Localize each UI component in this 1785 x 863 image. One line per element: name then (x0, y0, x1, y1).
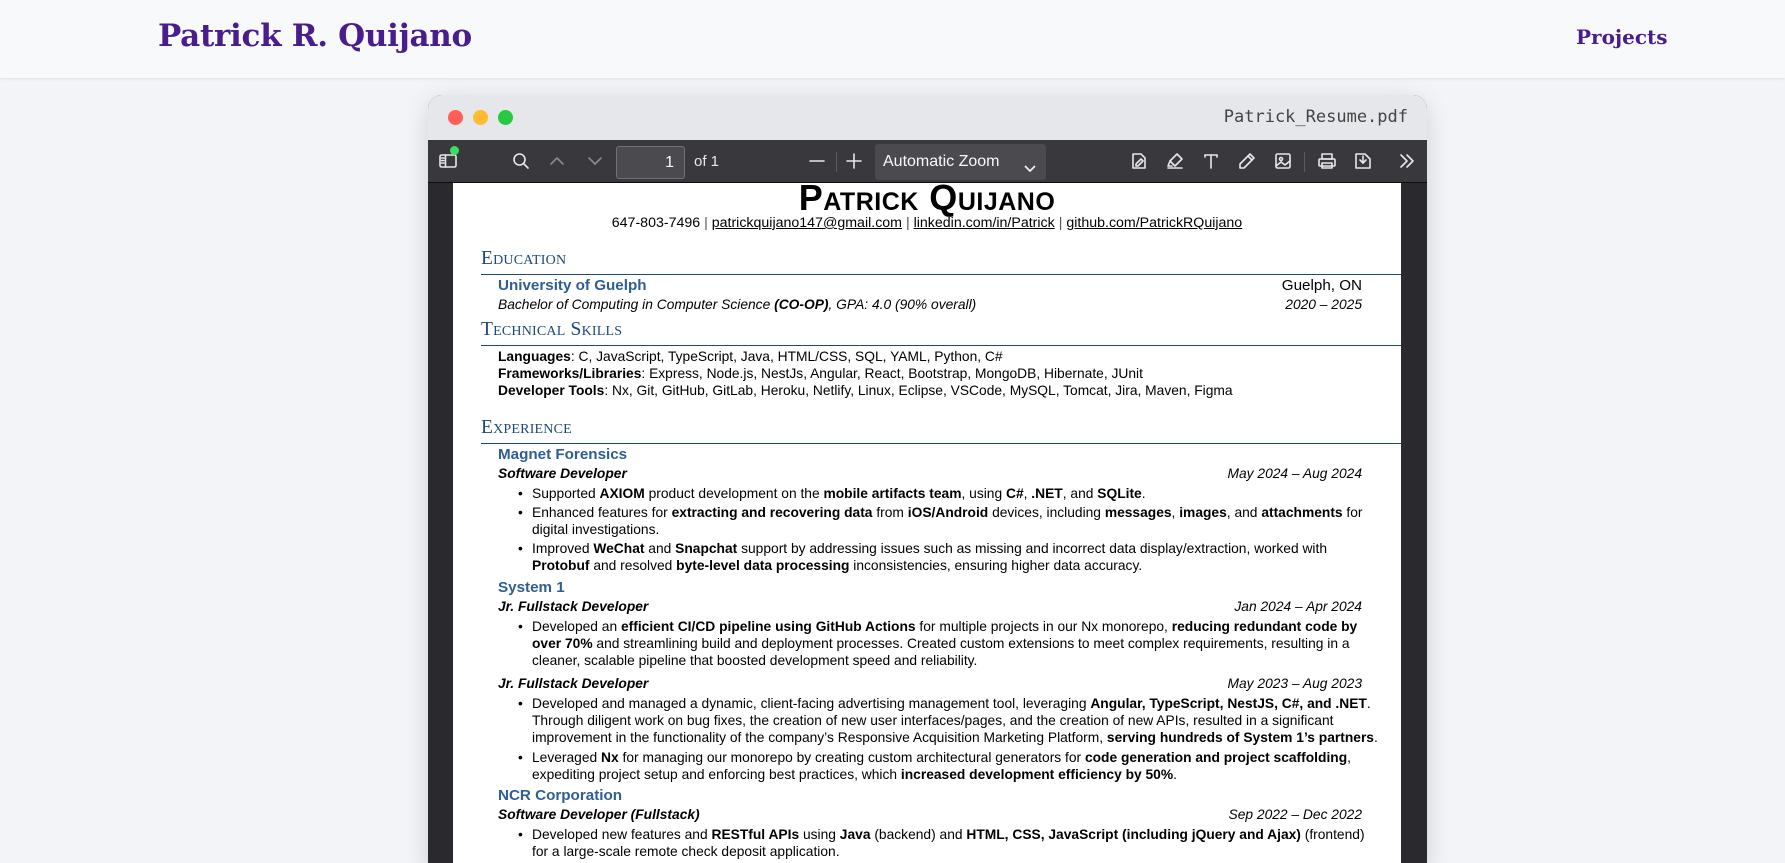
pdf-toolbar: 1 of 1 Automatic Zoom (428, 140, 1427, 183)
highlight-icon[interactable] (1164, 150, 1186, 172)
skills-tools: Developer Tools: Nx, Git, GitHub, GitLab… (498, 383, 1233, 398)
experience-org-magnet: Magnet Forensics (498, 446, 628, 463)
experience-bullet: Improved WeChat and Snapchat support by … (518, 540, 1382, 574)
draw-icon[interactable] (1236, 150, 1258, 172)
chevron-up-icon[interactable] (546, 150, 568, 172)
pdf-window: Patrick_Resume.pdf 1 of 1 Automatic Zoom (428, 95, 1427, 863)
experience-role: Software Developer (498, 466, 627, 481)
education-degree: Bachelor of Computing in Computer Scienc… (498, 297, 977, 312)
sidebar-notification-dot (450, 146, 459, 155)
section-title-skills: Technical Skills (481, 319, 623, 340)
section-rule (481, 274, 1401, 275)
zoom-select-value: Automatic Zoom (883, 153, 1000, 170)
window-titlebar: Patrick_Resume.pdf (428, 95, 1427, 140)
text-icon[interactable] (1200, 150, 1222, 172)
section-rule (481, 345, 1401, 346)
maximize-dot[interactable] (498, 110, 513, 125)
education-location: Guelph, ON (1281, 277, 1362, 294)
zoom-select[interactable]: Automatic Zoom (875, 144, 1046, 180)
experience-org-system1: System 1 (498, 579, 565, 596)
contact-linkedin-link[interactable]: linkedin.com/in/Patrick (914, 215, 1055, 231)
zoom-out-icon[interactable] (806, 150, 828, 172)
experience-bullet: Developed an efficient CI/CD pipeline us… (518, 618, 1382, 669)
experience-bullet: Enhanced features for extracting and rec… (518, 504, 1382, 538)
skills-frameworks: Frameworks/Libraries: Express, Node.js, … (498, 366, 1143, 381)
experience-dates: Jan 2024 – Apr 2024 (1234, 599, 1362, 614)
minimize-dot[interactable] (473, 110, 488, 125)
education-school: University of Guelph (498, 277, 647, 294)
experience-bullet: Developed new features and RESTful APIs … (518, 826, 1382, 860)
site-header: Patrick R. Quijano Projects (0, 0, 1785, 78)
contact-phone: 647-803-7496 (611, 215, 701, 231)
section-title-experience: Experience (481, 417, 572, 438)
toolbar-separator (1304, 152, 1305, 172)
experience-bullet: Supported AXIOM product development on t… (518, 485, 1382, 502)
resume-contact: 647-803-7496 | patrickquijano147@gmail.c… (611, 215, 1243, 231)
toolbar-separator (836, 152, 837, 172)
print-icon[interactable] (1316, 150, 1338, 172)
search-icon[interactable] (510, 150, 532, 172)
experience-role: Jr. Fullstack Developer (498, 676, 649, 691)
pdf-viewer[interactable]: Patrick Quijano 647-803-7496 | patrickqu… (428, 183, 1427, 863)
page-count-label: of 1 (694, 153, 720, 170)
save-icon[interactable] (1352, 150, 1374, 172)
experience-org-ncr: NCR Corporation (498, 787, 623, 804)
nav-projects-link[interactable]: Projects (1576, 25, 1668, 49)
skills-languages: Languages: C, JavaScript, TypeScript, Ja… (498, 349, 1003, 364)
section-title-education: Education (481, 248, 567, 269)
experience-dates: May 2024 – Aug 2024 (1227, 466, 1363, 481)
zoom-in-icon[interactable] (843, 150, 865, 172)
chevron-down-icon[interactable] (584, 150, 606, 172)
section-rule (481, 443, 1401, 444)
experience-bullet: Developed and managed a dynamic, client-… (518, 695, 1382, 746)
image-icon[interactable] (1272, 150, 1294, 172)
experience-dates: Sep 2022 – Dec 2022 (1228, 807, 1362, 822)
contact-github-link[interactable]: github.com/PatrickRQuijano (1066, 215, 1242, 231)
resume-name: Patrick Quijano (798, 183, 1056, 218)
experience-role: Software Developer (Fullstack) (498, 807, 700, 822)
page-number-input[interactable]: 1 (616, 146, 685, 179)
experience-dates: May 2023 – Aug 2023 (1227, 676, 1363, 691)
experience-bullet: Leveraged Nx for managing our monorepo b… (518, 749, 1382, 783)
experience-role: Jr. Fullstack Developer (498, 599, 649, 614)
close-dot[interactable] (448, 110, 463, 125)
contact-email-link[interactable]: patrickquijano147@gmail.com (712, 215, 902, 231)
chevron-down-icon (1022, 154, 1038, 173)
double-chevron-right-icon[interactable] (1396, 150, 1418, 172)
site-name[interactable]: Patrick R. Quijano (158, 18, 472, 54)
window-filename: Patrick_Resume.pdf (1223, 107, 1408, 127)
education-dates: 2020 – 2025 (1285, 297, 1362, 312)
pdf-page: Patrick Quijano 647-803-7496 | patrickqu… (453, 183, 1401, 863)
signature-icon[interactable] (1128, 150, 1150, 172)
